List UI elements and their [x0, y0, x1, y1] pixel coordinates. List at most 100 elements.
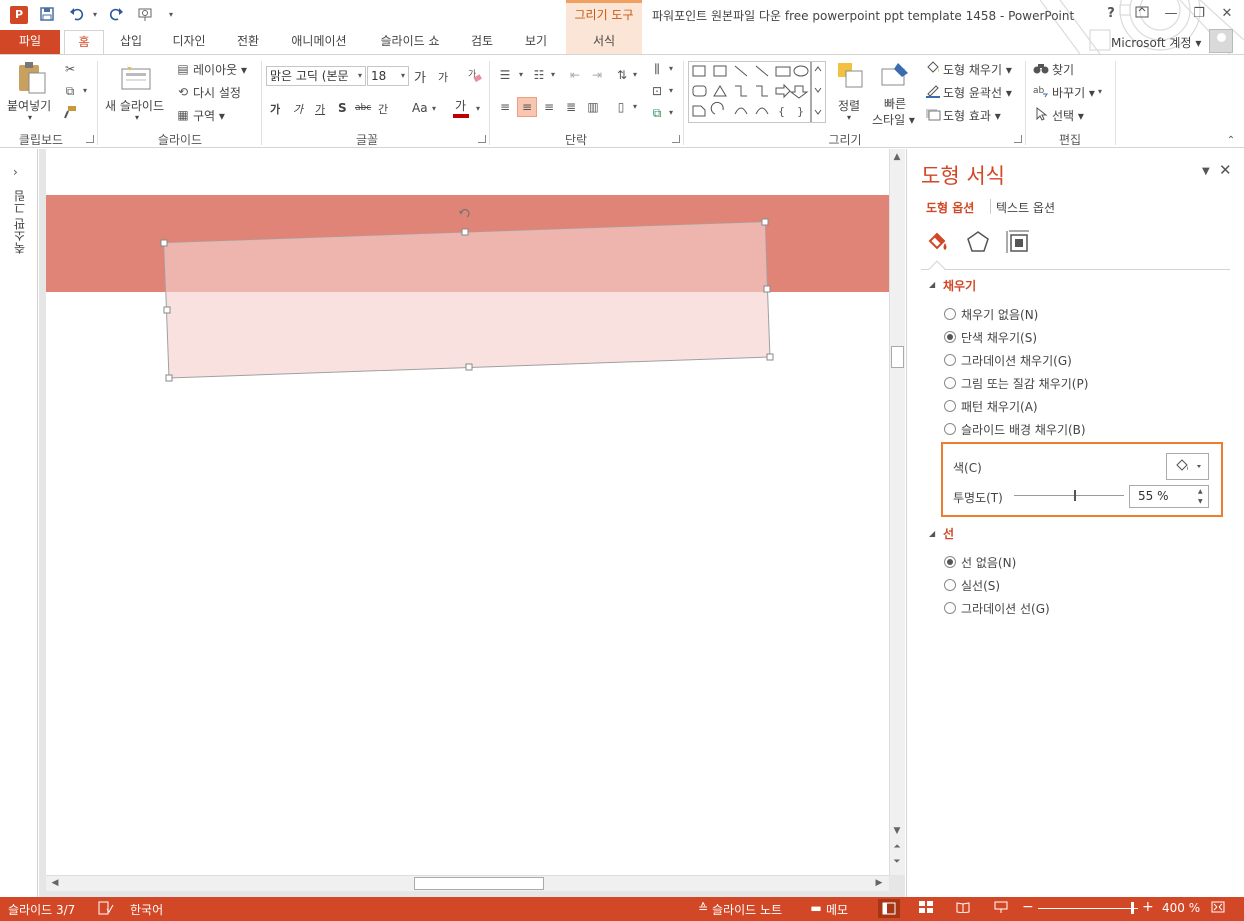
align-center-icon[interactable]: ≡: [517, 97, 537, 117]
vertical-scroll-thumb[interactable]: [891, 346, 904, 368]
layout-icon[interactable]: ▤: [175, 61, 191, 77]
numbering-dropdown-icon[interactable]: ▾: [549, 67, 557, 83]
copy-dropdown-icon[interactable]: ▾: [80, 83, 90, 99]
smartart-dropdown-icon[interactable]: ▾: [667, 105, 675, 121]
arrange-dropdown-icon[interactable]: ▾: [847, 113, 851, 122]
reset-icon[interactable]: ⟲: [175, 84, 191, 100]
tab-text-options[interactable]: 텍스트 옵션: [996, 199, 1055, 216]
paste-dropdown-icon[interactable]: ▾: [28, 113, 32, 122]
transparency-slider-thumb[interactable]: [1074, 490, 1076, 501]
new-slide-icon[interactable]: [120, 61, 152, 93]
expand-thumbnails-icon[interactable]: ›: [13, 165, 18, 179]
columns-icon[interactable]: ▯: [613, 99, 629, 115]
quick-styles-label[interactable]: 빠른: [884, 95, 906, 112]
next-slide-icon[interactable]: ⏷: [890, 857, 904, 867]
zoom-in-icon[interactable]: +: [1142, 899, 1154, 915]
tab-design[interactable]: 디자인: [166, 30, 212, 54]
layout-button[interactable]: 레이아웃 ▾: [193, 61, 247, 78]
comments-icon[interactable]: ▬: [808, 901, 824, 915]
shape-effects-button[interactable]: 도형 효과 ▾: [943, 107, 1001, 124]
tab-file[interactable]: 파일: [0, 30, 60, 54]
previous-slide-icon[interactable]: ⏶: [890, 842, 904, 852]
change-case-dropdown-icon[interactable]: ▾: [428, 101, 440, 117]
decrease-indent-icon[interactable]: ⇤: [567, 67, 583, 83]
shape-effects-icon[interactable]: [925, 107, 941, 125]
italic-button[interactable]: 가: [293, 101, 303, 117]
tab-view[interactable]: 보기: [518, 30, 554, 54]
transparency-slider[interactable]: [1014, 495, 1124, 496]
vertical-scrollbar[interactable]: ▲ ▼ ⏶ ⏷: [889, 149, 905, 875]
selected-shape[interactable]: [46, 149, 889, 875]
tab-animations[interactable]: 애니메이션: [284, 30, 354, 54]
character-spacing-button[interactable]: 간: [378, 101, 388, 117]
grow-font-button[interactable]: 가: [414, 67, 426, 86]
thumbnail-pane-label[interactable]: 축소판 그림: [11, 190, 27, 254]
align-text-dropdown-icon[interactable]: ▾: [667, 83, 675, 99]
normal-view-button[interactable]: [878, 899, 900, 918]
scroll-down-icon[interactable]: ▼: [890, 826, 904, 836]
align-left-icon[interactable]: ≡: [497, 99, 513, 115]
scroll-left-icon[interactable]: ◀: [48, 878, 62, 888]
slideshow-from-start-icon[interactable]: [137, 6, 155, 24]
fill-section-header[interactable]: 채우기: [943, 277, 976, 294]
select-cursor-icon[interactable]: [1033, 106, 1049, 125]
paste-icon[interactable]: [16, 61, 48, 94]
shape-outline-button[interactable]: 도형 윤곽선 ▾: [943, 84, 1012, 101]
increase-indent-icon[interactable]: ⇥: [589, 67, 605, 83]
avatar[interactable]: [1209, 29, 1233, 53]
horizontal-scroll-thumb[interactable]: [414, 877, 544, 890]
redo-icon[interactable]: [107, 6, 125, 24]
line-section-collapse-icon[interactable]: ◢: [929, 529, 935, 538]
reading-view-icon[interactable]: [955, 901, 971, 915]
comments-button[interactable]: 메모: [826, 901, 848, 918]
shapes-gallery[interactable]: {}: [688, 61, 826, 123]
numbering-icon[interactable]: ☷: [531, 67, 547, 83]
strikethrough-button[interactable]: abc: [355, 103, 371, 113]
arrange-button[interactable]: 정렬: [838, 97, 860, 114]
pane-close-icon[interactable]: ✕: [1219, 161, 1232, 179]
section-icon[interactable]: ▦: [175, 107, 191, 123]
radio-fill-pattern[interactable]: [944, 400, 956, 412]
drawing-launcher-icon[interactable]: [1014, 135, 1022, 143]
align-right-icon[interactable]: ≡: [541, 99, 557, 115]
slide-indicator[interactable]: 슬라이드 3/7: [8, 901, 75, 918]
replace-button[interactable]: 바꾸기 ▾: [1052, 84, 1095, 101]
zoom-level[interactable]: 400 %: [1162, 901, 1200, 915]
minimize-button[interactable]: —: [1160, 6, 1182, 24]
select-button[interactable]: 선택 ▾: [1052, 107, 1084, 124]
font-color-dropdown-icon[interactable]: ▾: [472, 101, 484, 117]
reset-button[interactable]: 다시 설정: [193, 84, 241, 101]
arrange-icon[interactable]: [836, 61, 868, 93]
quick-styles-button[interactable]: 스타일 ▾: [872, 111, 915, 128]
slide-sorter-icon[interactable]: [918, 901, 934, 915]
slide-canvas[interactable]: [46, 149, 889, 875]
save-icon[interactable]: [38, 6, 56, 24]
tab-format[interactable]: 서식: [582, 30, 626, 54]
tab-home[interactable]: 홈: [64, 30, 104, 54]
size-properties-icon[interactable]: [1005, 229, 1031, 255]
radio-line-gradient[interactable]: [944, 602, 956, 614]
language-indicator[interactable]: 한국어: [130, 901, 163, 918]
spin-up-icon[interactable]: ▲: [1198, 488, 1203, 495]
fit-slide-icon[interactable]: [1210, 901, 1226, 915]
align-text-icon[interactable]: ⊡: [649, 83, 665, 99]
shrink-font-button[interactable]: 가: [438, 69, 448, 85]
change-case-button[interactable]: Aa: [412, 101, 428, 115]
new-slide-dropdown-icon[interactable]: ▾: [135, 113, 139, 122]
notes-icon[interactable]: ≙: [695, 901, 711, 915]
distribute-icon[interactable]: ▥: [585, 99, 601, 115]
transparency-input[interactable]: 55 % ▲ ▼: [1129, 485, 1209, 508]
shape-fill-icon[interactable]: [925, 61, 941, 79]
font-launcher-icon[interactable]: [478, 135, 486, 143]
undo-icon[interactable]: [68, 6, 86, 24]
tab-insert[interactable]: 삽입: [114, 30, 148, 54]
underline-button[interactable]: 가: [315, 101, 325, 117]
spin-down-icon[interactable]: ▼: [1198, 498, 1203, 505]
close-button[interactable]: ✕: [1216, 6, 1238, 24]
format-painter-icon[interactable]: [62, 105, 78, 123]
radio-fill-picture[interactable]: [944, 377, 956, 389]
font-color-button[interactable]: 가: [455, 97, 466, 114]
account-menu[interactable]: Microsoft 계정 ▾: [1111, 34, 1201, 51]
bullets-dropdown-icon[interactable]: ▾: [517, 67, 525, 83]
find-icon[interactable]: [1033, 61, 1049, 79]
